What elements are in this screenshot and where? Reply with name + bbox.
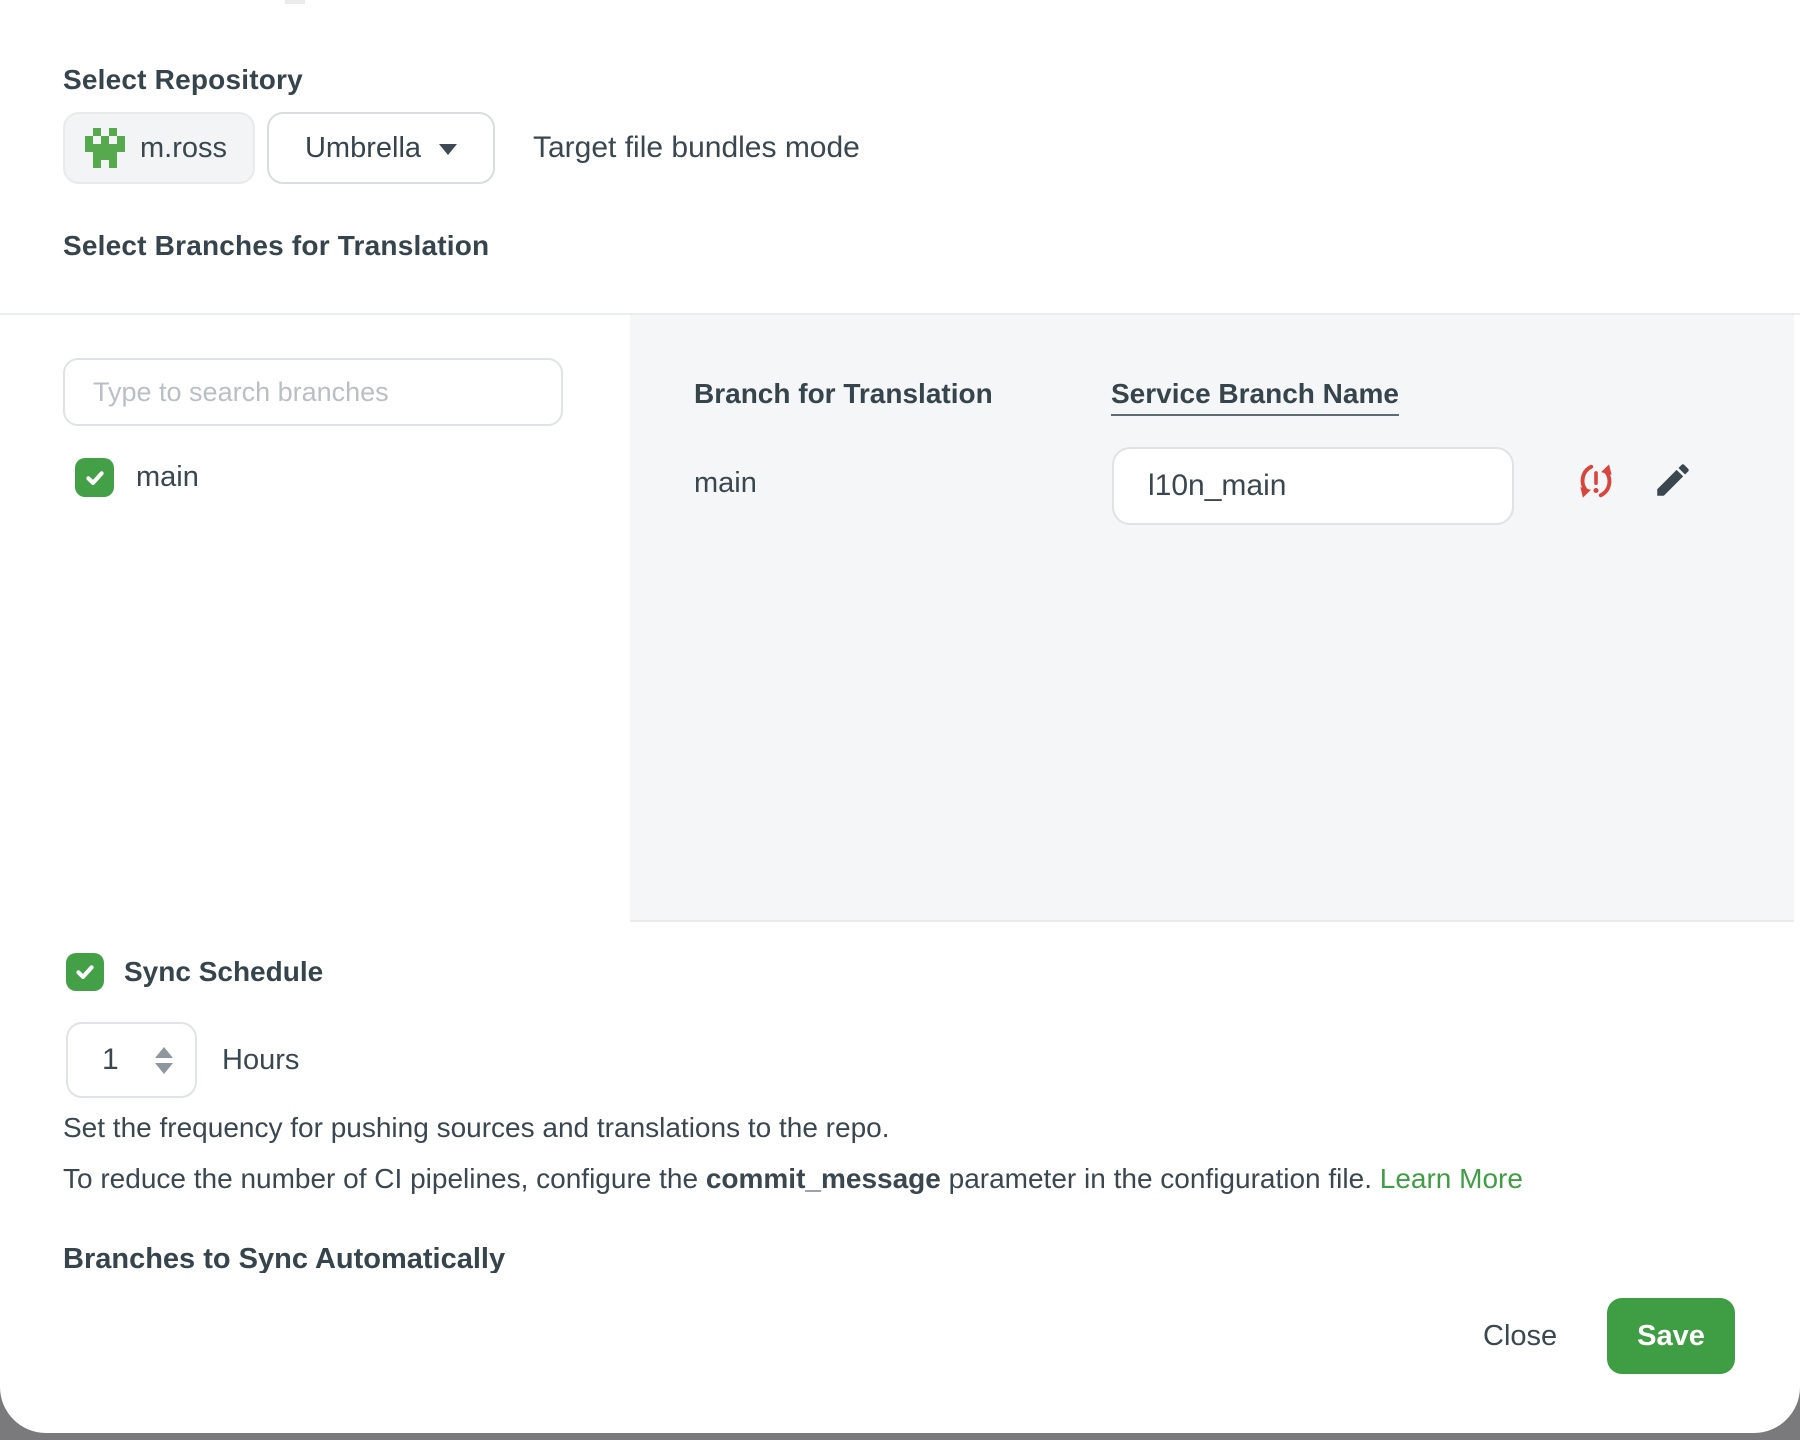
hours-value: 1 [102, 1043, 155, 1077]
stepper-up-icon[interactable] [155, 1047, 173, 1058]
service-branch-input[interactable] [1112, 447, 1514, 525]
branches-to-sync-heading: Branches to Sync Automatically [63, 1243, 505, 1273]
sync-schedule-label: Sync Schedule [124, 956, 323, 988]
learn-more-link[interactable]: Learn More [1380, 1163, 1523, 1194]
sync-schedule-row: Sync Schedule [66, 953, 323, 991]
branch-list-item: main [75, 458, 199, 497]
sync-schedule-checkbox[interactable] [66, 953, 104, 991]
branch-mapping-panel: Branch for Translation Service Branch Na… [630, 315, 1794, 922]
ci-note-text-after: parameter in the configuration file. [941, 1163, 1380, 1194]
checkbox-check-icon [74, 961, 96, 983]
commit-message-param: commit_message [706, 1163, 941, 1194]
repo-identicon-icon [85, 128, 125, 168]
stepper-down-icon[interactable] [155, 1063, 173, 1074]
branch-name-label: main [136, 461, 199, 494]
frequency-description: Set the frequency for pushing sources an… [63, 1112, 890, 1144]
edit-branch-button[interactable] [1652, 459, 1694, 501]
select-branches-heading: Select Branches for Translation [63, 230, 489, 262]
target-mode-label: Target file bundles mode [533, 112, 860, 184]
repository-settings-modal: Select Repository m.ross Umbrella Target… [0, 0, 1800, 1433]
caret-down-icon [439, 144, 457, 155]
checkbox-check-icon [84, 467, 106, 489]
stepper-arrows-icon[interactable] [155, 1047, 173, 1074]
branch-for-translation-header: Branch for Translation [694, 378, 993, 410]
branch-row-name: main [694, 467, 757, 500]
project-dropdown-value: Umbrella [305, 132, 421, 165]
repository-chip[interactable]: m.ross [63, 112, 255, 184]
repository-name: m.ross [140, 132, 227, 165]
close-button[interactable]: Close [1455, 1298, 1585, 1374]
branch-checkbox[interactable] [75, 458, 114, 497]
service-branch-name-header-text: Service Branch Name [1111, 378, 1399, 416]
hours-stepper[interactable]: 1 [66, 1022, 197, 1098]
ci-note-text: To reduce the number of CI pipelines, co… [63, 1163, 706, 1194]
ci-pipelines-note: To reduce the number of CI pipelines, co… [63, 1163, 1523, 1195]
project-dropdown[interactable]: Umbrella [267, 112, 495, 184]
branch-search-input[interactable] [63, 358, 563, 426]
sync-error-icon [1577, 462, 1615, 500]
clipped-element-remnant [285, 0, 305, 4]
hours-unit-label: Hours [222, 1022, 299, 1098]
select-repository-heading: Select Repository [63, 64, 303, 96]
save-button[interactable]: Save [1607, 1298, 1735, 1374]
service-branch-name-header: Service Branch Name [1111, 378, 1399, 410]
